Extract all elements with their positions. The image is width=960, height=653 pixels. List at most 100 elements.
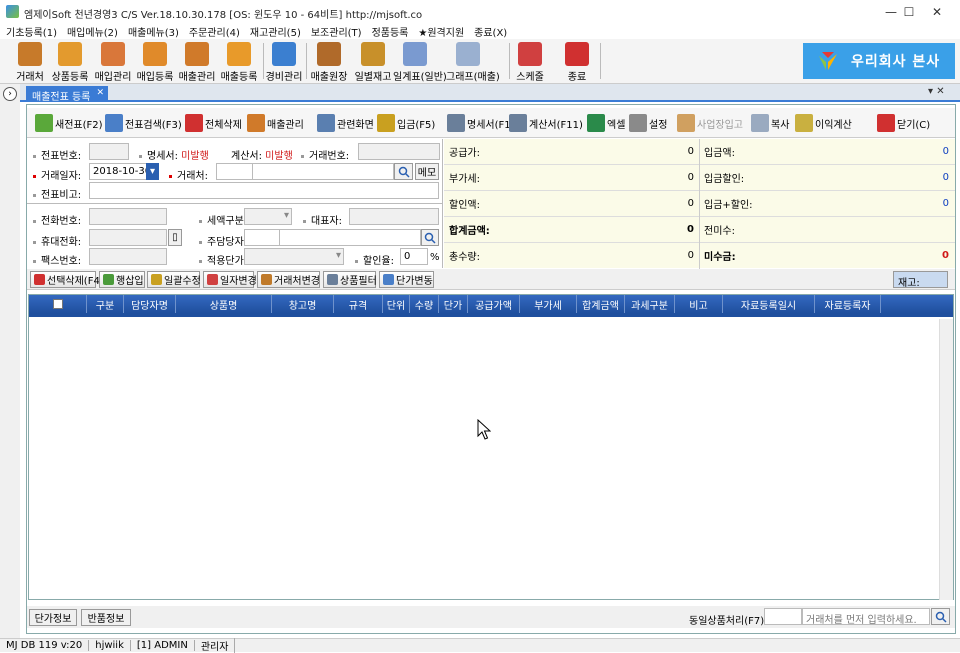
grid-column-header[interactable]: 상품명 xyxy=(176,295,272,313)
slip-toolbar-button-10[interactable]: 설정 xyxy=(629,112,667,134)
menu-item-8[interactable]: ★원격지원 xyxy=(418,24,464,39)
grid-action-button-3[interactable]: 일괄수정 xyxy=(147,271,201,288)
slip-toolbar-button-3[interactable]: 전체삭제 xyxy=(185,112,242,134)
grid-column-header[interactable]: 부가세 xyxy=(520,295,577,313)
slip-toolbar-button-label: 이익계산 xyxy=(815,119,852,131)
grid-vertical-scrollbar[interactable] xyxy=(939,319,953,600)
toolbar-button-12[interactable]: 스케줄 xyxy=(514,41,546,83)
same-item-field[interactable] xyxy=(764,608,802,625)
menu-item-3[interactable]: 매출메뉴(3) xyxy=(128,24,179,39)
slip-toolbar-button-8[interactable]: 계산서(F11) xyxy=(509,112,583,134)
menu-item-5[interactable]: 재고관리(5) xyxy=(250,24,301,39)
grid-action-button-2[interactable]: 행삽입 xyxy=(99,271,145,288)
document-tab-strip xyxy=(20,84,960,102)
menu-item-7[interactable]: 정품등록 xyxy=(372,24,409,39)
price-type-select[interactable]: ▾ xyxy=(244,248,344,265)
grid-action-button-4[interactable]: 일자변경 xyxy=(203,271,257,288)
client-search-icon[interactable] xyxy=(394,163,413,180)
grid-action-button-7[interactable]: 단가변동 xyxy=(379,271,434,288)
toolbar-button-1[interactable]: 거래처 xyxy=(14,41,46,83)
toolbar-button-3[interactable]: 매입관리 xyxy=(95,41,131,83)
toolbar-button-11[interactable]: 그래프(매출) xyxy=(446,41,500,83)
tab-close-icon[interactable]: ✕ xyxy=(96,88,104,98)
slip-toolbar-button-6[interactable]: 입금(F5) xyxy=(377,112,435,134)
memo-button[interactable]: 메모 xyxy=(415,163,439,180)
toolbar-button-6[interactable]: 매출등록 xyxy=(221,41,257,83)
slip-no-field[interactable] xyxy=(89,143,129,160)
ceo-field[interactable] xyxy=(349,208,439,225)
slip-toolbar-button-4[interactable]: 매출관리 xyxy=(247,112,304,134)
toolbar-button-10[interactable]: 일계표(일반) xyxy=(393,41,447,83)
date-dropdown-icon[interactable]: ▾ xyxy=(146,163,159,180)
grid-column-header[interactable]: 단위 xyxy=(383,295,410,313)
grid-column-header[interactable]: 창고명 xyxy=(272,295,334,313)
slip-toolbar-button-14[interactable]: 닫기(C) xyxy=(877,112,930,134)
discount-amount-value: 0 xyxy=(687,198,694,209)
discount-field[interactable]: 0 xyxy=(400,248,428,265)
related-screen-icon xyxy=(317,114,335,132)
mobile-sms-icon[interactable]: ▯ xyxy=(168,229,182,246)
slip-toolbar-button-2[interactable]: 전표검색(F3) xyxy=(105,112,182,134)
discount-amount-label: 할인액: xyxy=(449,200,480,211)
grid-column-header[interactable]: 자료등록자 xyxy=(815,295,881,313)
grid-action-button-6[interactable]: 상품필터 xyxy=(323,271,377,288)
unit-price-info-button[interactable]: 단가정보 xyxy=(29,609,77,626)
toolbar-button-13[interactable]: 종료 xyxy=(561,41,593,83)
client-name-field[interactable] xyxy=(252,163,394,180)
grid-action-button-5[interactable]: 거래처변경 xyxy=(257,271,320,288)
grid-action-button-1[interactable]: 선택삭제(F4) xyxy=(30,271,104,288)
select-all-checkbox[interactable] xyxy=(29,295,87,313)
toolbar-button-7[interactable]: 경비관리 xyxy=(266,41,302,83)
fax-field[interactable] xyxy=(89,248,167,265)
daily-report-icon xyxy=(403,42,427,66)
mobile-field[interactable] xyxy=(89,229,167,246)
bottom-search-icon[interactable] xyxy=(931,608,950,625)
tax-type-select[interactable]: ▾ xyxy=(244,208,292,225)
grid-column-header[interactable]: 공급가액 xyxy=(468,295,520,313)
toolbar-button-5[interactable]: 매출관리 xyxy=(179,41,215,83)
menu-item-9[interactable]: 종료(X) xyxy=(474,24,507,39)
grid-column-header[interactable]: 구분 xyxy=(87,295,124,313)
grid-column-header[interactable]: 과세구분 xyxy=(625,295,675,313)
slip-toolbar-button-9[interactable]: 엑셀 xyxy=(587,112,625,134)
return-info-button[interactable]: 반품정보 xyxy=(81,609,131,626)
grid-column-header[interactable]: 담당자명 xyxy=(124,295,176,313)
percent-label: % xyxy=(430,252,440,263)
toolbar-button-4[interactable]: 매입등록 xyxy=(137,41,173,83)
client-code-field[interactable] xyxy=(216,163,253,180)
toolbar-button-8[interactable]: 매출원장 xyxy=(311,41,347,83)
remark-field[interactable] xyxy=(89,182,439,199)
grid-column-header[interactable]: 자료등록일시 xyxy=(723,295,815,313)
slip-toolbar-button-5[interactable]: 관련화면 xyxy=(317,112,374,134)
tab-sales-slip[interactable]: 매출전표 등록 ✕ xyxy=(26,86,108,103)
same-item-label: 동일상품처리(F7): xyxy=(689,616,768,627)
grid-column-header[interactable]: 단가 xyxy=(439,295,468,313)
client-hint-field[interactable]: 거래처를 먼저 입력하세요. xyxy=(802,608,930,625)
close-window-button[interactable]: ✕ xyxy=(914,0,960,24)
manager-name-field[interactable] xyxy=(279,229,421,246)
menu-item-6[interactable]: 보조관리(T) xyxy=(311,24,362,39)
grid-action-label: 단가변동 xyxy=(396,276,433,287)
menu-item-1[interactable]: 기초등록(1) xyxy=(6,24,57,39)
slip-toolbar-button-11[interactable]: 사업장입고 xyxy=(677,112,743,134)
toolbar-button-label: 일계표(일반) xyxy=(393,72,447,83)
grid-column-header[interactable]: 수량 xyxy=(410,295,439,313)
trade-no-field[interactable] xyxy=(358,143,440,160)
manager-search-icon[interactable] xyxy=(421,229,439,246)
toolbar-button-9[interactable]: 일별재고 xyxy=(355,41,391,83)
manager-code-field[interactable] xyxy=(244,229,280,246)
grid-column-header[interactable]: 합계금액 xyxy=(577,295,625,313)
client-label: 거래처: xyxy=(169,167,208,182)
phone-field[interactable] xyxy=(89,208,167,225)
slip-toolbar-button-13[interactable]: 이익계산 xyxy=(795,112,852,134)
slip-toolbar-button-12[interactable]: 복사 xyxy=(751,112,789,134)
menu-item-2[interactable]: 매입메뉴(2) xyxy=(67,24,118,39)
grid-column-header[interactable]: 비고 xyxy=(675,295,723,313)
menu-item-4[interactable]: 주문관리(4) xyxy=(189,24,240,39)
expand-panel-icon[interactable]: › xyxy=(3,87,17,101)
tab-controls[interactable]: ▾ ✕ xyxy=(928,86,945,97)
slip-toolbar-button-1[interactable]: 새전표(F2) xyxy=(35,112,103,134)
grid-column-header[interactable]: 규격 xyxy=(334,295,383,313)
toolbar-button-label: 매입관리 xyxy=(94,72,132,83)
toolbar-button-2[interactable]: 상품등록 xyxy=(52,41,88,83)
